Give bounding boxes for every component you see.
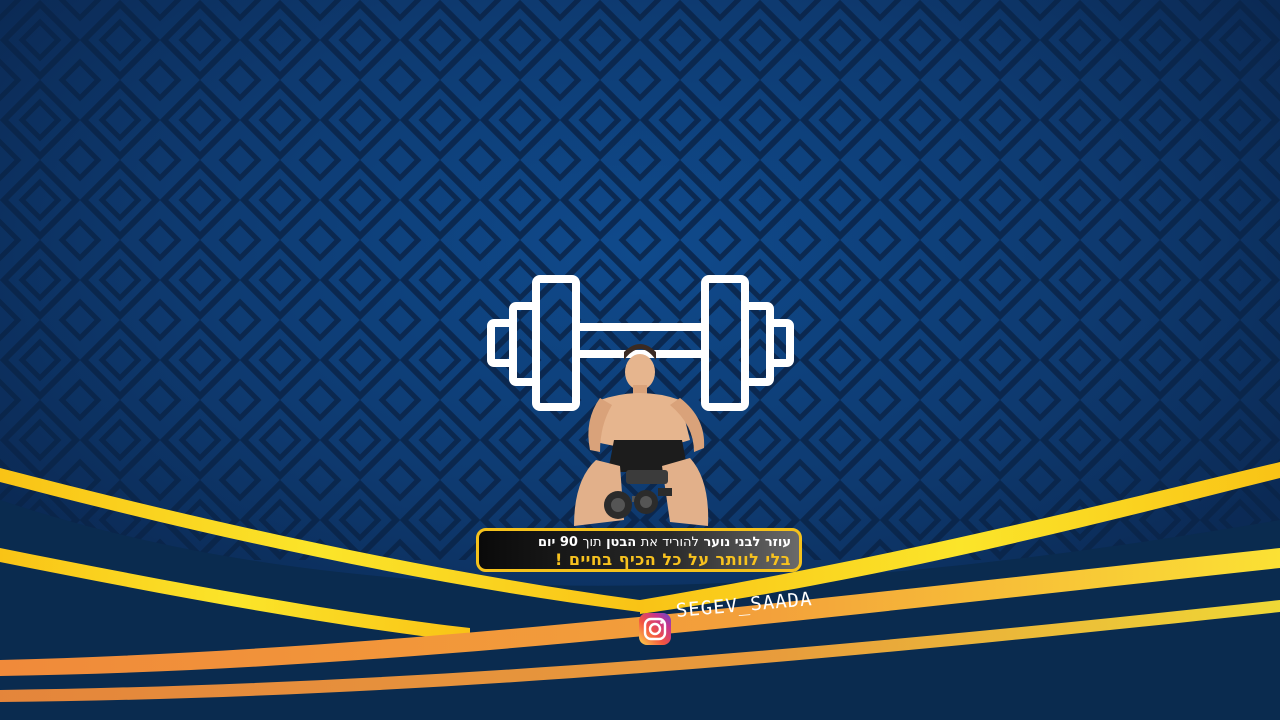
tagline-part4: תוך (582, 535, 602, 550)
tagline-part2: להוריד את (640, 535, 699, 550)
tagline-part5: 90 יום (537, 535, 578, 550)
tagline-part1: עוזר לבני נוער (703, 535, 791, 550)
tagline-line1: עוזר לבני נוער להוריד את הבטן תוך 90 יום (538, 535, 791, 550)
tagline-line2: בלי לוותר על כל הכיף בחיים ! (554, 550, 791, 569)
instagram-icon[interactable] (638, 612, 672, 646)
athlete-figure (574, 344, 709, 526)
tagline-banner: עוזר לבני נוער להוריד את הבטן תוך 90 יום… (476, 528, 802, 572)
tagline-part3: הבטן (606, 535, 637, 550)
